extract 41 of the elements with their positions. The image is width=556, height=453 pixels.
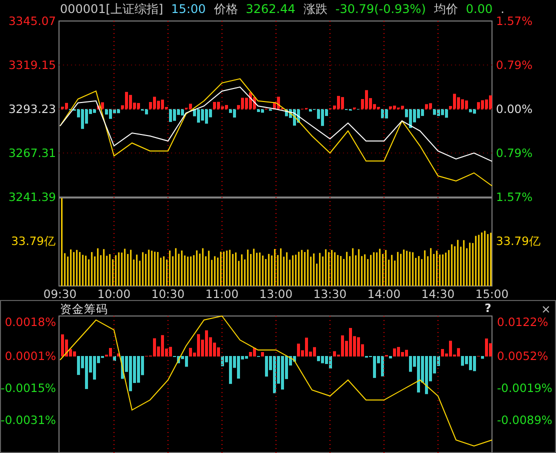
volume-axis-label: 33.79亿 [496, 234, 541, 248]
time-axis-label: 15:00 [475, 287, 509, 301]
price-axis-label: 3241.39 [8, 190, 56, 204]
percent-axis-label: 1.57% [496, 190, 533, 204]
price-label: 价格 [214, 1, 238, 14]
average-label: 均价 [434, 1, 458, 14]
percent-axis-label: 1.57% [496, 14, 533, 28]
percent-axis-label: 0.00% [496, 102, 533, 116]
percent-axis-label: 0.79% [496, 58, 533, 72]
time-axis-label: 09:30 [43, 287, 77, 301]
percent-axis-label: 0.79% [496, 146, 533, 160]
time-axis-label: 10:00 [97, 287, 131, 301]
fund-axis-label: 0.0001% [4, 349, 56, 363]
fund-axis-label: -0.0015% [0, 381, 56, 395]
time-axis-label: 13:30 [313, 287, 347, 301]
help-button[interactable]: ? [484, 301, 492, 315]
fund-axis-label: -0.0031% [0, 413, 56, 427]
fund-percent-label: 0.0122% [497, 315, 548, 329]
time-axis-label: 11:00 [205, 287, 239, 301]
price-axis-label: 3319.15 [8, 58, 56, 72]
price-axis-label: 3293.23 [8, 102, 56, 116]
average-value: 0.00 [466, 1, 493, 14]
change-value: -30.79(-0.93%) [335, 1, 426, 14]
time-axis-label: 13:00 [259, 287, 293, 301]
close-button[interactable]: × [541, 302, 551, 316]
fund-percent-label: -0.0019% [497, 381, 552, 395]
panel-title: 资金筹码 [60, 302, 108, 316]
time-axis-label: 14:30 [421, 287, 455, 301]
change-label: 涨跌 [303, 1, 328, 14]
price-value: 3262.44 [246, 1, 296, 14]
volume-axis-label: 33.79亿 [11, 234, 56, 248]
index-name: 000001[上证综指] [60, 1, 164, 14]
fund-percent-label: 0.0052% [497, 349, 548, 363]
dot-mark: . [500, 1, 504, 14]
price-axis-label: 3345.07 [8, 14, 56, 28]
price-axis-label: 3267.31 [8, 146, 56, 160]
time-axis-label: 10:30 [151, 287, 185, 301]
time-axis-label: 14:00 [367, 287, 401, 301]
time-value: 15:00 [171, 1, 206, 14]
fund-axis-label: 0.0018% [4, 315, 56, 329]
fund-percent-label: -0.0089% [497, 413, 552, 427]
